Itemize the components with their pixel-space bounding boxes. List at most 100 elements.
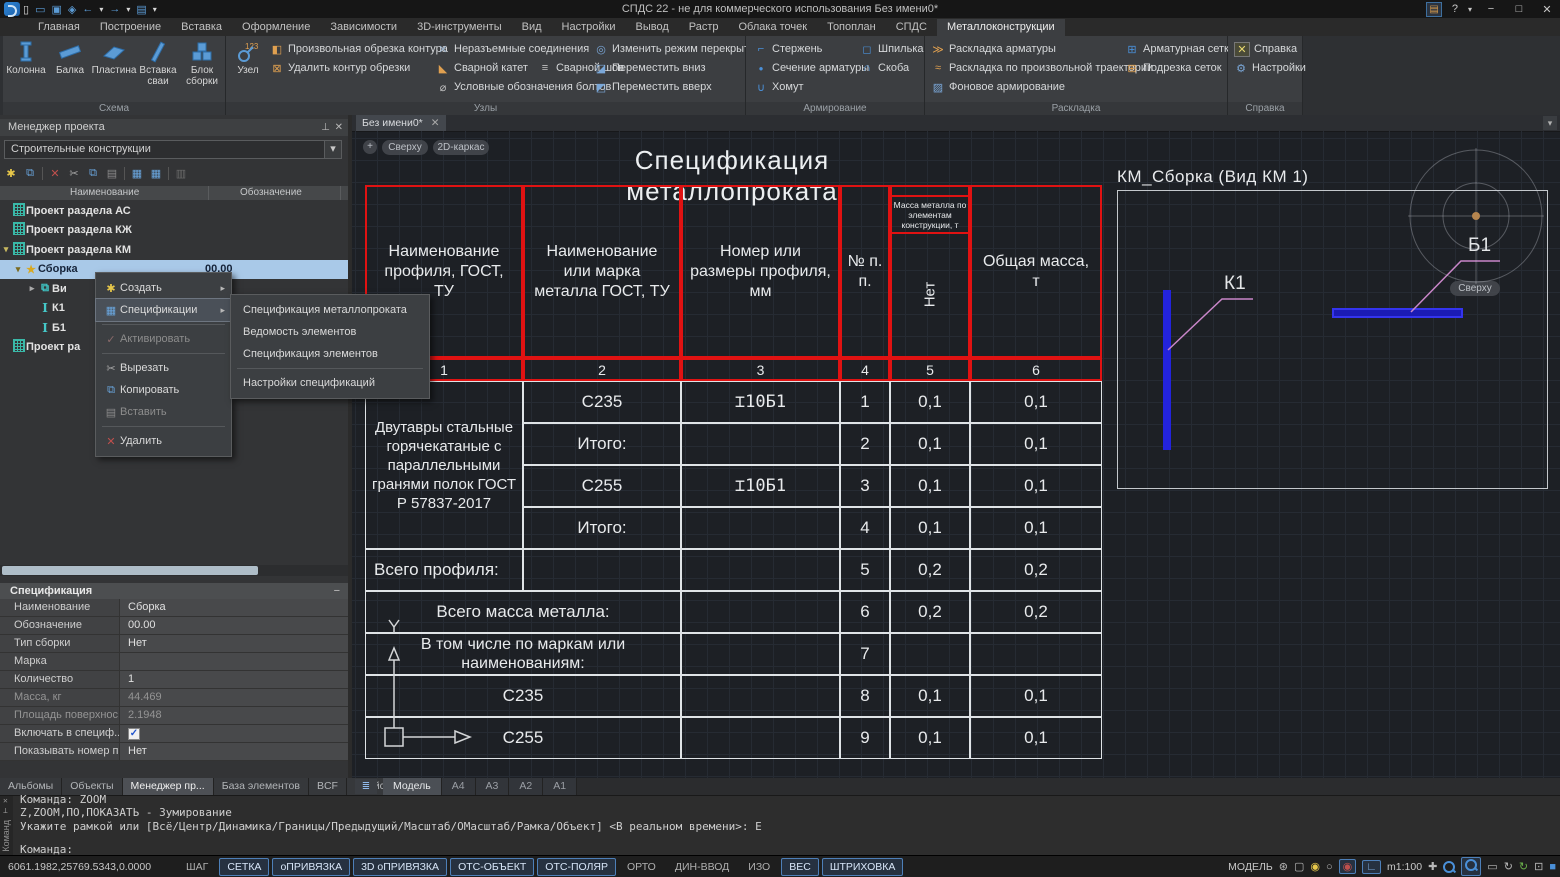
mesh-trim-button[interactable]: ⊞Подрезка сеток <box>1125 60 1235 76</box>
copy-element-icon[interactable]: ⧉ <box>86 167 100 180</box>
property-row[interactable]: Показывать номер п...Нет <box>0 743 348 761</box>
stud-button[interactable]: ◻Шпилька <box>860 41 924 57</box>
layout-tab-model[interactable]: Модель <box>383 778 442 795</box>
print-icon[interactable]: ▤ <box>136 3 146 16</box>
mark-label-k1[interactable]: К1 <box>1224 273 1246 295</box>
submenu-item-element-list[interactable]: Ведомость элементов <box>231 321 429 343</box>
help-ribbon-button[interactable]: ✕Справка <box>1234 41 1306 57</box>
pin-icon[interactable]: ⊥ <box>321 119 330 136</box>
zoom-window-icon[interactable] <box>1461 857 1481 876</box>
column-designation-header[interactable]: Обозначение <box>240 187 302 198</box>
command-pin-icon[interactable]: ⊥ <box>3 806 8 815</box>
space-indicator[interactable]: МОДЕЛЬ <box>1228 861 1273 873</box>
property-value[interactable]: 00.00 <box>120 617 348 634</box>
zoom-icon[interactable] <box>1443 861 1455 873</box>
paste-element-icon[interactable]: ▤ <box>105 167 119 180</box>
tree-item-project-as[interactable]: Проект раздела АС <box>0 201 348 221</box>
toggle-orto[interactable]: ОРТО <box>619 858 664 876</box>
background-reinforcement-button[interactable]: ▨Фоновое армирование <box>931 79 1153 95</box>
tab-spds[interactable]: СПДС <box>886 19 937 36</box>
ucs-lock-icon[interactable]: ⊛ <box>1279 860 1288 873</box>
annotation-scale[interactable]: m1:100 <box>1387 861 1422 873</box>
change-overlap-button[interactable]: ◎Изменить режим перекрытия <box>594 41 761 57</box>
new-file-icon[interactable]: ▯ <box>23 3 29 16</box>
menu-item-delete[interactable]: ✕Удалить <box>96 430 231 452</box>
cut-element-icon[interactable]: ✂ <box>67 167 81 180</box>
tab-vstavka[interactable]: Вставка <box>171 19 232 36</box>
document-tab[interactable]: Без имени0* ✕ <box>356 115 446 131</box>
fullscreen-icon[interactable]: ■ <box>1549 861 1556 873</box>
command-line-panel[interactable]: ✕ ⊥ Команд Команда: ZOOM Z,ZOOM,ПО,ПОКАЗ… <box>0 795 1560 856</box>
toggle-din-vvod[interactable]: ДИН-ВВОД <box>667 858 737 876</box>
save-icon[interactable]: ▣ <box>51 3 61 16</box>
menu-item-copy[interactable]: ⧉Копировать <box>96 379 231 401</box>
submenu-item-element-specification[interactable]: Спецификация элементов <box>231 343 429 365</box>
property-value[interactable]: Сборка <box>120 599 348 616</box>
column-k1-bar[interactable] <box>1163 290 1171 450</box>
tree-item-project-km[interactable]: ▾ Проект раздела КМ <box>0 240 348 260</box>
beam-b1-bar[interactable] <box>1332 308 1463 318</box>
save-all-icon[interactable]: ◈ <box>68 3 76 16</box>
toggle-shtrikhovka[interactable]: ШТРИХОВКА <box>822 858 904 876</box>
property-row[interactable]: Тип сборкиНет <box>0 635 348 653</box>
property-row[interactable]: Количество1 <box>0 671 348 689</box>
quick-access-dropdown-icon[interactable]: ▾ <box>153 5 157 14</box>
viewport-lock-icon[interactable]: ⊡ <box>1534 860 1543 873</box>
new-from-copy-icon[interactable]: ⧉ <box>23 167 37 180</box>
panel-tab-baza[interactable]: База элементов <box>214 778 309 795</box>
orbit-icon[interactable]: ↻ <box>1504 860 1513 873</box>
help-dropdown-icon[interactable]: ▾ <box>1468 5 1472 14</box>
property-row[interactable]: Включать в специф...✓ <box>0 725 348 743</box>
new-element-icon[interactable]: ✱ <box>4 167 18 180</box>
lightbulb-on-icon[interactable]: ◉ <box>1310 860 1320 873</box>
rod-button[interactable]: ⌐Стержень <box>754 41 869 57</box>
settings-button[interactable]: ⚙Настройки <box>1234 60 1306 76</box>
layout-list-icon[interactable]: ≣ <box>355 779 377 794</box>
delete-element-icon[interactable]: ✕ <box>48 167 62 180</box>
tab-oformlenie[interactable]: Оформление <box>232 19 320 36</box>
toggle-3d-oprivyazka[interactable]: 3D оПРИВЯЗКА <box>353 858 447 876</box>
expander-closed-icon[interactable]: ▸ <box>26 283 38 294</box>
collapse-icon[interactable]: − <box>334 583 340 599</box>
panel-tab-manager[interactable]: Менеджер пр... <box>123 778 214 795</box>
mark-label-b1[interactable]: Б1 <box>1468 235 1491 257</box>
move-up-button[interactable]: ◩Переместить вверх <box>594 79 761 95</box>
tab-vid[interactable]: Вид <box>512 19 552 36</box>
project-type-select[interactable]: Строительные конструкции ▾ <box>4 140 342 159</box>
viewport-style-button[interactable]: 2D-каркас <box>433 140 489 155</box>
pan-icon[interactable]: ✚ <box>1428 860 1437 873</box>
layout-tab-a2[interactable]: А2 <box>509 778 543 795</box>
plate-button[interactable]: Пластина <box>93 38 135 102</box>
command-close-icon[interactable]: ✕ <box>3 796 8 805</box>
specification-icon[interactable]: ▦ <box>149 167 163 180</box>
insert-pile-button[interactable]: Вставка сваи <box>137 38 179 102</box>
combo-chevron-icon[interactable]: ▾ <box>324 141 341 158</box>
edit-element-icon[interactable]: ▦ <box>130 167 144 180</box>
tab-topoplan[interactable]: Топоплан <box>817 19 886 36</box>
toggle-setka[interactable]: СЕТКА <box>219 858 269 876</box>
property-row[interactable]: НаименованиеСборка <box>0 599 348 617</box>
toggle-ots-polyar[interactable]: ОТС-ПОЛЯР <box>537 858 616 876</box>
menu-item-cut[interactable]: ✂Вырезать <box>96 357 231 379</box>
delete-clip-button[interactable]: ⊠Удалить контур обрезки <box>270 60 448 76</box>
viewport-view-button[interactable]: Сверху <box>382 140 428 155</box>
tab-oblaka-tochek[interactable]: Облака точек <box>729 19 818 36</box>
layout-tab-a4[interactable]: А4 <box>442 778 476 795</box>
tab-postroenie[interactable]: Построение <box>90 19 171 36</box>
menu-item-create[interactable]: ✱Создать▸ <box>96 277 231 299</box>
submenu-item-metal-specification[interactable]: Спецификация металлопроката <box>231 299 429 321</box>
column-divider[interactable] <box>340 186 341 200</box>
node-button[interactable]: 123 Узел <box>228 38 268 102</box>
tab-rastr[interactable]: Растр <box>679 19 729 36</box>
layout-path-button[interactable]: ≈Раскладка по произвольной траектории <box>931 60 1153 76</box>
stirrup-button[interactable]: ∪Хомут <box>754 79 869 95</box>
toggle-oprivyazka[interactable]: оПРИВЯЗКА <box>272 858 350 876</box>
property-value[interactable]: Нет <box>120 635 348 652</box>
include-in-spec-checkbox[interactable]: ✓ <box>128 728 140 740</box>
property-value[interactable] <box>120 653 348 670</box>
undo-icon[interactable]: ← <box>82 3 93 15</box>
expander-open-icon[interactable]: ▾ <box>0 244 12 255</box>
tab-list-dropdown-icon[interactable]: ▾ <box>1543 116 1557 130</box>
zoom-rect-icon[interactable]: ▭ <box>1487 860 1497 873</box>
ucs-axes-icon[interactable]: ∟ <box>1362 860 1381 874</box>
